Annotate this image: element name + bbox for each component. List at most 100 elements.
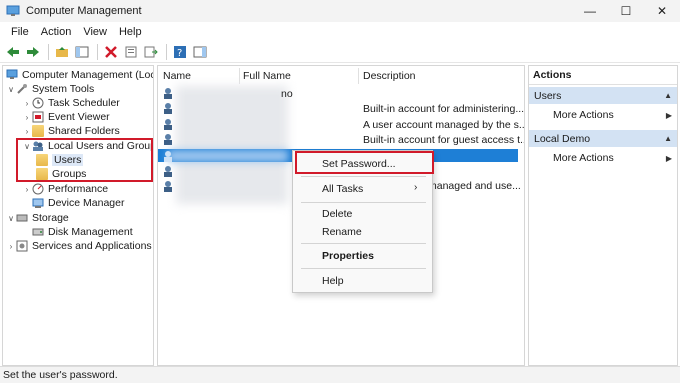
- tree-item-device-manager[interactable]: Device Manager: [32, 196, 124, 210]
- up-folder-icon[interactable]: [53, 43, 71, 61]
- menu-separator: [301, 176, 426, 177]
- tree-item-storage[interactable]: ∨ Storage: [6, 211, 69, 225]
- fullname-fragment: no: [281, 88, 293, 100]
- column-header-description[interactable]: Description: [363, 66, 513, 86]
- svg-text:?: ?: [177, 48, 182, 58]
- blurred-selected-user: [168, 150, 288, 162]
- menu-item-rename[interactable]: Rename: [322, 226, 362, 238]
- chevron-right-icon[interactable]: ›: [22, 113, 32, 122]
- submenu-arrow-icon[interactable]: ▶: [666, 111, 672, 120]
- disk-icon: [32, 226, 44, 238]
- menu-separator: [301, 202, 426, 203]
- computer-management-icon: [6, 5, 20, 17]
- toolbar-separator: [48, 43, 49, 60]
- section-label: Local Demo: [534, 132, 591, 145]
- user-icon: [162, 180, 174, 192]
- blurred-user-names: [176, 86, 288, 204]
- tree-item-task-scheduler[interactable]: › Task Scheduler: [22, 96, 120, 110]
- show-hide-tree-icon[interactable]: [73, 43, 91, 61]
- tree-label: Task Scheduler: [48, 97, 120, 109]
- chevron-right-icon[interactable]: ›: [22, 185, 32, 194]
- user-description[interactable]: Built-in account for administering...: [363, 103, 524, 115]
- chevron-down-icon[interactable]: ∨: [6, 85, 16, 94]
- menu-item-properties[interactable]: Properties: [322, 250, 374, 262]
- column-divider[interactable]: [239, 68, 240, 84]
- user-icon: [162, 133, 174, 145]
- highlight-box: [16, 138, 153, 182]
- storage-icon: [16, 212, 28, 224]
- forward-icon[interactable]: [24, 43, 42, 61]
- menu-separator: [301, 243, 426, 244]
- tree-item-performance[interactable]: › Performance: [22, 182, 108, 196]
- help-icon[interactable]: ?: [171, 43, 189, 61]
- column-divider[interactable]: [358, 68, 359, 84]
- tree-item-event-viewer[interactable]: › Event Viewer: [22, 110, 110, 124]
- collapse-up-icon[interactable]: ▲: [664, 91, 672, 100]
- clock-icon: [32, 97, 44, 109]
- tree-label: System Tools: [32, 83, 95, 95]
- delete-icon[interactable]: [102, 43, 120, 61]
- submenu-arrow-icon[interactable]: ▶: [666, 154, 672, 163]
- tree-item-system-tools[interactable]: ∨ System Tools: [6, 82, 94, 96]
- menu-help[interactable]: Help: [113, 26, 148, 38]
- tree-label: Shared Folders: [48, 125, 120, 137]
- services-icon: [16, 240, 28, 252]
- toolbar: ?: [0, 41, 680, 63]
- more-actions-local-demo[interactable]: More Actions: [553, 152, 614, 164]
- tree-label: Computer Management (Local: [22, 69, 154, 81]
- actions-section-local-demo[interactable]: Local Demo ▲: [529, 130, 677, 147]
- menu-file[interactable]: File: [5, 26, 35, 38]
- tree-item-root[interactable]: Computer Management (Local: [6, 68, 154, 82]
- chevron-right-icon: ›: [414, 182, 418, 193]
- minimize-button[interactable]: —: [572, 0, 608, 22]
- tree-item-services-apps[interactable]: › Services and Applications: [6, 239, 152, 253]
- user-icon: [162, 165, 174, 177]
- more-actions-users[interactable]: More Actions: [553, 109, 614, 121]
- menu-view[interactable]: View: [77, 26, 113, 38]
- section-label: Users: [534, 89, 562, 102]
- user-description[interactable]: Built-in account for guest access t...: [363, 134, 524, 146]
- tree-label: Performance: [48, 183, 109, 195]
- user-description[interactable]: A user account managed by the s...: [363, 119, 524, 131]
- menu-item-delete[interactable]: Delete: [322, 208, 352, 220]
- chevron-right-icon[interactable]: ›: [22, 99, 32, 108]
- close-button[interactable]: ✕: [644, 0, 680, 22]
- tree-label: Device Manager: [48, 197, 125, 209]
- tree-label: Services and Applications: [32, 240, 152, 252]
- column-header-full-name[interactable]: Full Name: [243, 66, 358, 86]
- user-icon: [162, 118, 174, 130]
- event-viewer-icon: [32, 111, 44, 123]
- tree-label: Storage: [32, 212, 69, 224]
- performance-icon: [32, 183, 44, 195]
- tree-label: Event Viewer: [48, 111, 110, 123]
- menu-item-help[interactable]: Help: [322, 275, 344, 287]
- tools-icon: [16, 83, 28, 95]
- menu-action[interactable]: Action: [35, 26, 78, 38]
- tree-item-shared-folders[interactable]: › Shared Folders: [22, 124, 120, 138]
- user-icon: [162, 87, 174, 99]
- maximize-button[interactable]: ☐: [608, 0, 644, 22]
- shared-folder-icon: [32, 125, 44, 137]
- show-hide-action-pane-icon[interactable]: [191, 43, 209, 61]
- chevron-down-icon[interactable]: ∨: [6, 214, 16, 223]
- computer-icon: [6, 69, 18, 81]
- actions-pane: Actions Users ▲ More Actions ▶ Local Dem…: [528, 65, 678, 366]
- tree-item-disk-management[interactable]: Disk Management: [32, 225, 133, 239]
- column-header-name[interactable]: Name: [163, 66, 239, 86]
- user-icon: [162, 150, 174, 162]
- actions-header: Actions: [529, 66, 677, 85]
- console-tree: Computer Management (Local ∨ System Tool…: [2, 65, 154, 366]
- toolbar-separator: [97, 43, 98, 60]
- collapse-up-icon[interactable]: ▲: [664, 134, 672, 143]
- properties-icon[interactable]: [122, 43, 140, 61]
- export-list-icon[interactable]: [142, 43, 160, 61]
- chevron-right-icon[interactable]: ›: [22, 127, 32, 136]
- user-description[interactable]: managed and use...: [428, 180, 521, 192]
- chevron-right-icon[interactable]: ›: [6, 242, 16, 251]
- actions-section-users[interactable]: Users ▲: [529, 87, 677, 104]
- highlight-box: [295, 151, 434, 174]
- back-icon[interactable]: [4, 43, 22, 61]
- menu-item-all-tasks[interactable]: All Tasks: [322, 183, 363, 195]
- window-title: Computer Management: [26, 5, 142, 17]
- menu-separator: [301, 268, 426, 269]
